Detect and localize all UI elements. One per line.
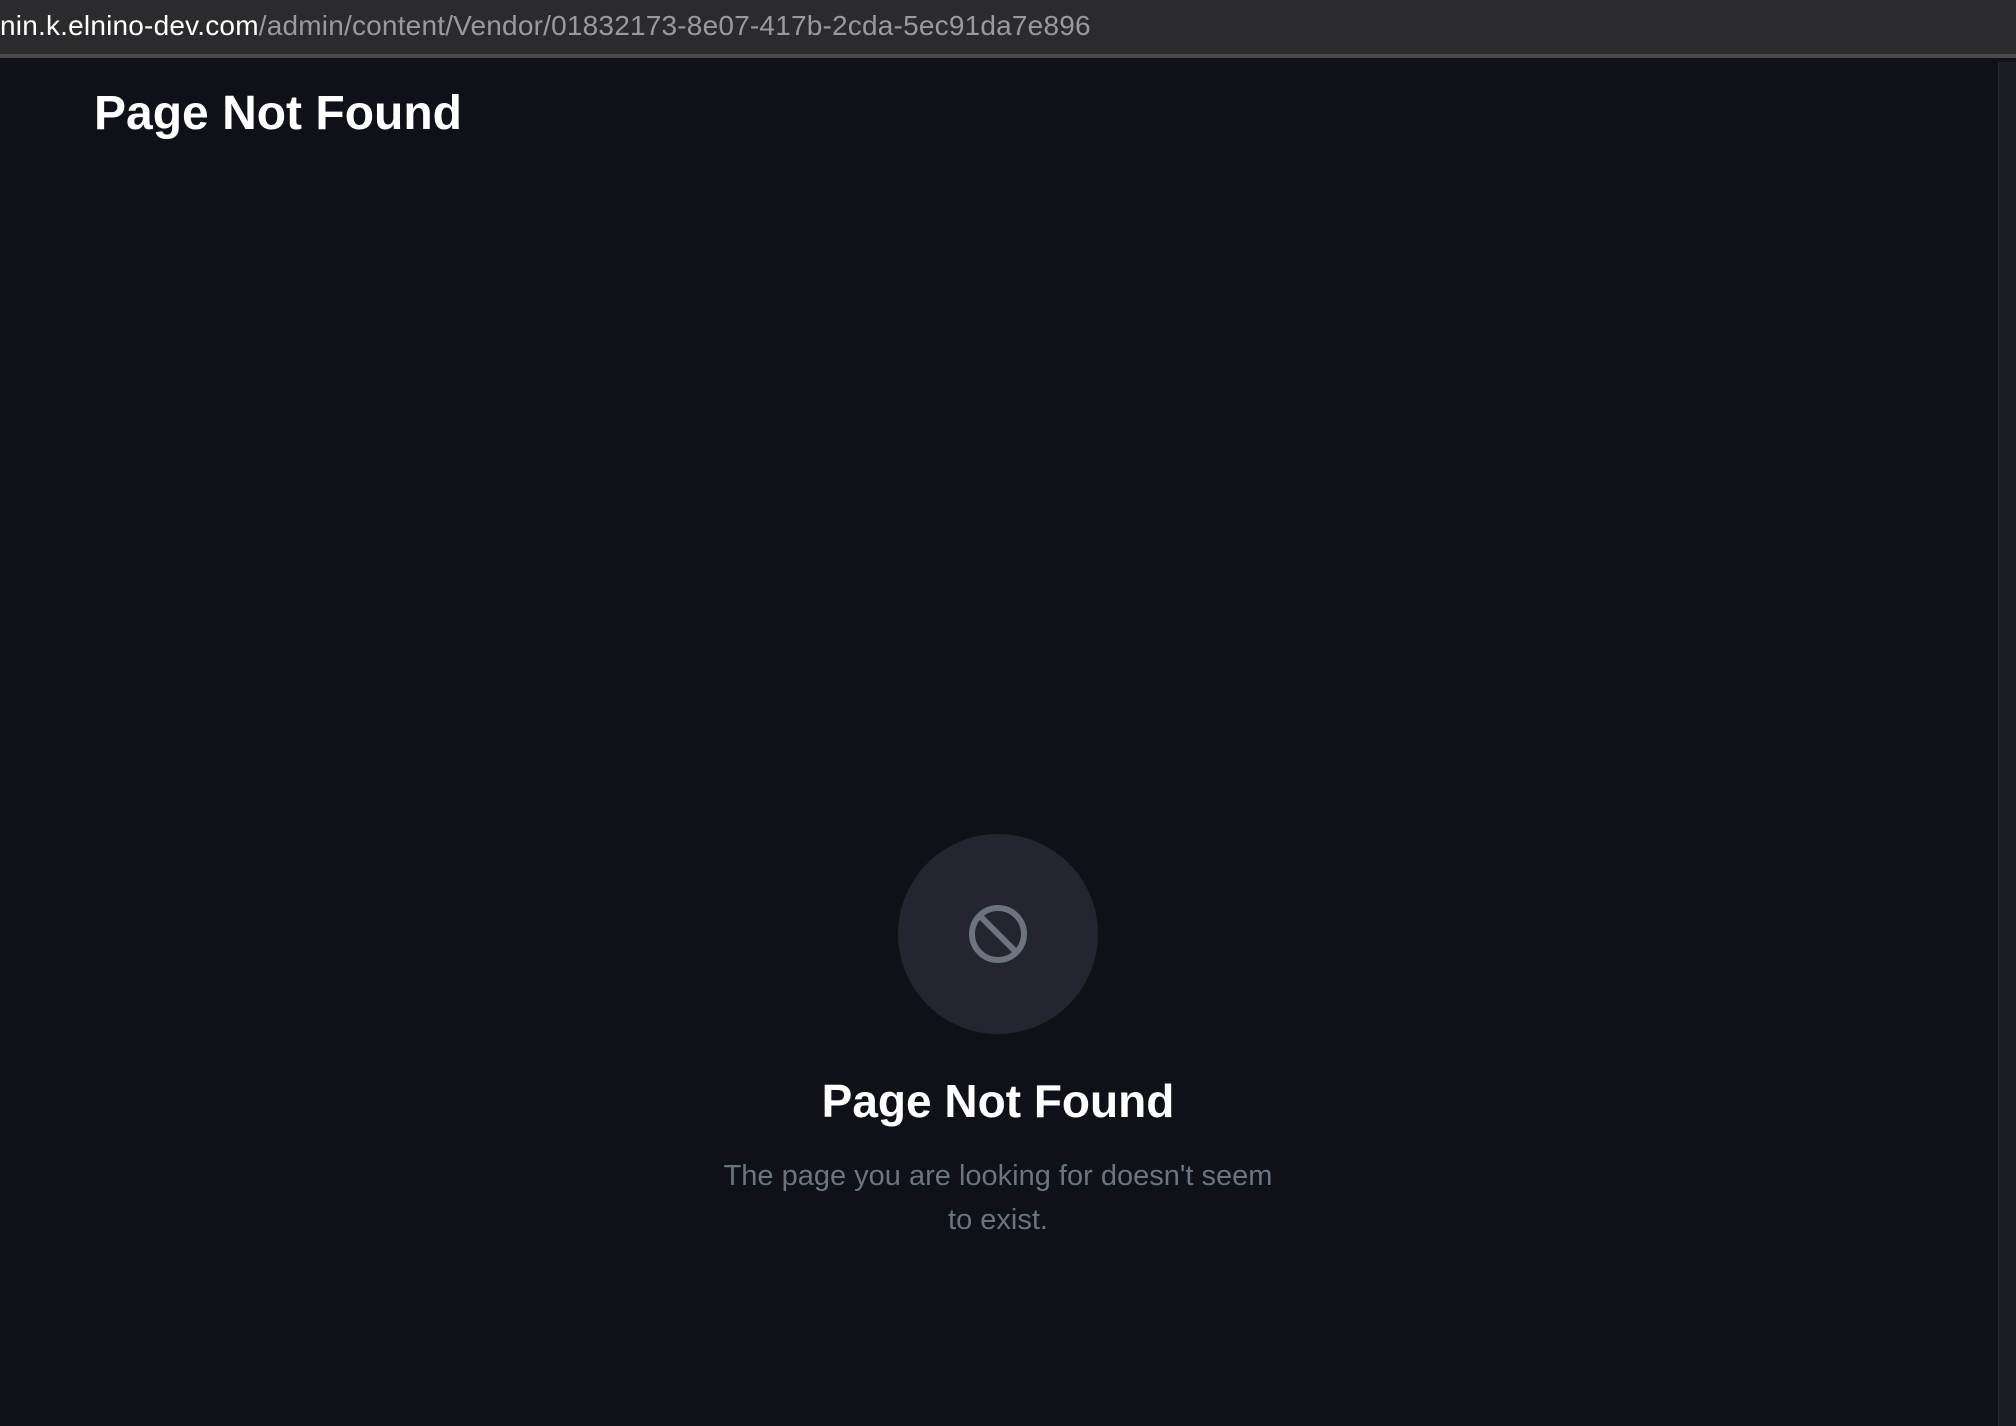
browser-address-bar[interactable]: nin.k.elnino-dev.com/admin/content/Vendo… [0, 0, 2016, 58]
empty-state-description: The page you are looking for doesn't see… [723, 1160, 1273, 1236]
url-host: nin.k.elnino-dev.com [0, 10, 259, 41]
url-path: /admin/content/Vendor/01832173-8e07-417b… [258, 10, 1091, 41]
empty-state-title: Page Not Found [821, 1075, 1175, 1127]
empty-state: Page Not Found The page you are looking … [0, 834, 1996, 1242]
block-icon [969, 905, 1027, 963]
address-url[interactable]: nin.k.elnino-dev.com/admin/content/Vendo… [0, 10, 1091, 42]
page-title: Page Not Found [94, 87, 462, 140]
scrollbar[interactable] [1998, 62, 2016, 1426]
icon-circle [898, 834, 1098, 1034]
